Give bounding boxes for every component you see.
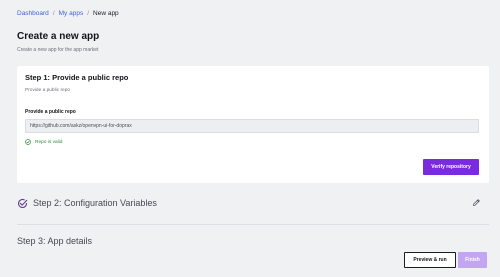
breadcrumb-separator: /: [87, 10, 90, 17]
step3-title[interactable]: Step 3: App details: [17, 236, 92, 246]
breadcrumb-separator: /: [52, 10, 55, 17]
verify-repository-button[interactable]: Verify repository: [423, 159, 479, 175]
breadcrumb-current: New app: [93, 10, 119, 17]
preview-run-button[interactable]: Preview & run: [404, 252, 456, 268]
check-circle-icon: [25, 139, 31, 145]
step1-card: Step 1: Provide a public repo Provide a …: [17, 66, 489, 183]
finish-button[interactable]: Finish: [458, 252, 487, 268]
repo-valid-text: Repo is valid: [35, 139, 63, 145]
step1-description: Provide a public repo: [25, 88, 71, 93]
breadcrumb-my-apps-link[interactable]: My apps: [59, 10, 84, 17]
breadcrumb: Dashboard / My apps / New app: [17, 10, 119, 17]
step2-title: Step 2: Configuration Variables: [33, 198, 157, 208]
repo-valid-status: Repo is valid: [25, 139, 62, 145]
pencil-icon[interactable]: [472, 198, 481, 207]
repo-field-label: Provide a public repo: [25, 109, 76, 115]
breadcrumb-dashboard-link[interactable]: Dashboard: [17, 10, 49, 17]
step2-row[interactable]: Step 2: Configuration Variables: [17, 196, 489, 210]
create-app-page: Dashboard / My apps / New app Create a n…: [0, 0, 500, 277]
page-subtitle: Create a new app for the app market: [17, 47, 99, 53]
section-divider: [17, 224, 489, 225]
check-circle-icon: [17, 198, 28, 208]
repo-url-input[interactable]: [25, 119, 479, 133]
step1-title: Step 1: Provide a public repo: [25, 73, 129, 82]
page-title: Create a new app: [17, 31, 100, 42]
